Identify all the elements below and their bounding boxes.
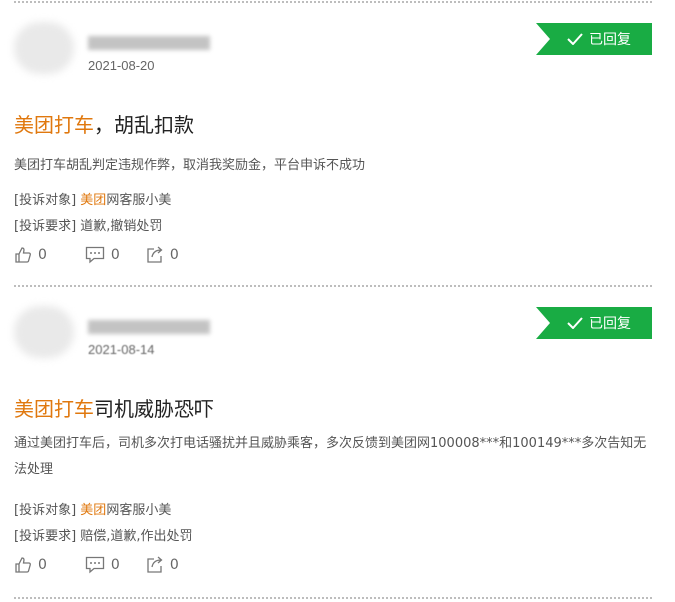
demand-label: [投诉要求] bbox=[14, 219, 77, 234]
comment-count: 0 bbox=[110, 557, 120, 573]
target-label: [投诉对象] bbox=[14, 193, 77, 208]
status-badge: 已回复 bbox=[536, 307, 652, 339]
target-name: 网客服小美 bbox=[106, 193, 172, 208]
title-text: ，胡乱扣款 bbox=[94, 113, 194, 137]
post-date: 2021-08-14 bbox=[88, 342, 155, 357]
check-icon bbox=[567, 33, 583, 45]
share-count: 0 bbox=[169, 557, 179, 573]
share-icon bbox=[147, 246, 163, 263]
demand-value: 赔偿,道歉,作出处罚 bbox=[80, 529, 193, 544]
complaint-demand: [投诉要求] 道歉,撤销处罚 bbox=[14, 215, 162, 234]
comment-button[interactable]: 0 bbox=[85, 556, 120, 574]
comment-button[interactable]: 0 bbox=[85, 246, 120, 264]
divider-bottom bbox=[14, 597, 652, 599]
complaint-demand: [投诉要求] 赔偿,道歉,作出处罚 bbox=[14, 525, 193, 544]
post-content: 美团打车胡乱判定违规作弊，取消我奖励金，平台申诉不成功 bbox=[14, 158, 366, 173]
post-title[interactable]: 美团打车司机威胁恐吓 bbox=[14, 393, 214, 422]
share-button[interactable]: 0 bbox=[146, 246, 179, 264]
comment-count: 0 bbox=[110, 247, 120, 263]
like-button[interactable]: 0 bbox=[14, 556, 47, 574]
action-bar: 0 0 0 bbox=[14, 246, 201, 264]
post-title[interactable]: 美团打车，胡乱扣款 bbox=[14, 109, 194, 138]
demand-value: 道歉,撤销处罚 bbox=[80, 219, 163, 234]
target-label: [投诉对象] bbox=[14, 503, 77, 518]
thumbs-up-icon bbox=[15, 557, 31, 573]
target-name: 网客服小美 bbox=[106, 503, 172, 518]
post-date: 2021-08-20 bbox=[88, 58, 155, 73]
complaint-target: [投诉对象] 美团网客服小美 bbox=[14, 189, 171, 208]
like-count: 0 bbox=[38, 247, 47, 263]
comment-icon bbox=[85, 246, 105, 264]
like-button[interactable]: 0 bbox=[14, 246, 47, 264]
demand-label: [投诉要求] bbox=[14, 529, 77, 544]
check-icon bbox=[567, 317, 583, 329]
avatar[interactable] bbox=[14, 22, 74, 74]
complaint-card: 2021-08-20 已回复 美团打车，胡乱扣款 美团打车胡乱判定违规作弊，取消… bbox=[0, 0, 675, 284]
title-text: 司机威胁恐吓 bbox=[94, 397, 214, 421]
thumbs-up-icon bbox=[15, 247, 31, 263]
like-count: 0 bbox=[38, 557, 47, 573]
action-bar: 0 0 0 bbox=[14, 556, 201, 574]
target-brand[interactable]: 美团 bbox=[80, 503, 106, 518]
comment-icon bbox=[85, 556, 105, 574]
username-blurred[interactable] bbox=[88, 36, 210, 50]
username-blurred[interactable] bbox=[88, 320, 210, 334]
status-label: 已回复 bbox=[589, 316, 631, 332]
status-label: 已回复 bbox=[589, 32, 631, 48]
post-content: 通过美团打车后，司机多次打电话骚扰并且威胁乘客，多次反馈到美团网100008**… bbox=[14, 436, 647, 477]
title-brand: 美团打车 bbox=[14, 397, 94, 421]
share-count: 0 bbox=[169, 247, 179, 263]
share-icon bbox=[147, 556, 163, 573]
complaint-target: [投诉对象] 美团网客服小美 bbox=[14, 499, 171, 518]
complaint-card: 2021-08-14 已回复 美团打车司机威胁恐吓 通过美团打车后，司机多次打电… bbox=[0, 284, 675, 574]
status-badge: 已回复 bbox=[536, 23, 652, 55]
target-brand[interactable]: 美团 bbox=[80, 193, 106, 208]
title-brand: 美团打车 bbox=[14, 113, 94, 137]
avatar[interactable] bbox=[14, 306, 74, 358]
share-button[interactable]: 0 bbox=[146, 556, 179, 574]
